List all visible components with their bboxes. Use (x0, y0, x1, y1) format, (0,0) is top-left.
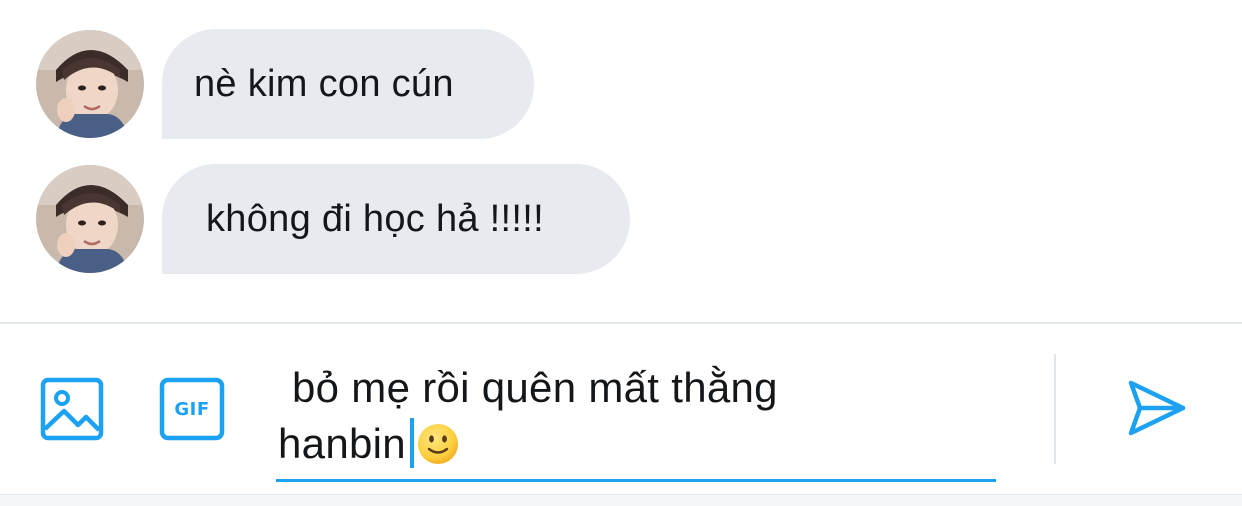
input-underline (276, 479, 996, 482)
message-row: nè kim con cún (36, 29, 534, 139)
add-gif-button[interactable]: GIF (159, 377, 225, 441)
message-text: không đi học hả !!!!! (206, 197, 544, 240)
smiley-icon (417, 424, 458, 464)
add-media-button[interactable] (40, 377, 104, 441)
gif-label: GIF (174, 398, 210, 420)
avatar-photo (36, 165, 144, 273)
message-input[interactable]: bỏ mẹ rồi quên mất thằng hanbin (276, 350, 996, 484)
avatar[interactable] (36, 30, 144, 138)
message-list: nè kim con cún không đi học hả !!!!! (0, 0, 1242, 322)
message-input-text[interactable]: bỏ mẹ rồi quên mất thằng hanbin (278, 360, 978, 480)
message-row: không đi học hả !!!!! (36, 164, 630, 274)
bottom-bar (0, 494, 1242, 506)
avatar-photo (36, 30, 144, 138)
send-separator (1054, 354, 1056, 464)
send-icon (1128, 380, 1186, 436)
image-icon (40, 377, 104, 441)
message-composer: GIF bỏ mẹ rồi quên mất thằng hanbin (0, 324, 1242, 494)
avatar[interactable] (36, 165, 144, 273)
text-caret (409, 418, 414, 468)
message-bubble[interactable]: nè kim con cún (162, 29, 534, 139)
input-text-line: bỏ mẹ rồi quên mất thằng (292, 364, 778, 411)
message-text: nè kim con cún (194, 62, 454, 105)
input-text-line: hanbin (278, 416, 978, 480)
slightly-smiling-face-emoji (416, 422, 460, 480)
input-text-segment: hanbin (278, 420, 406, 467)
send-button[interactable] (1126, 378, 1188, 438)
message-bubble[interactable]: không đi học hả !!!!! (162, 164, 630, 274)
